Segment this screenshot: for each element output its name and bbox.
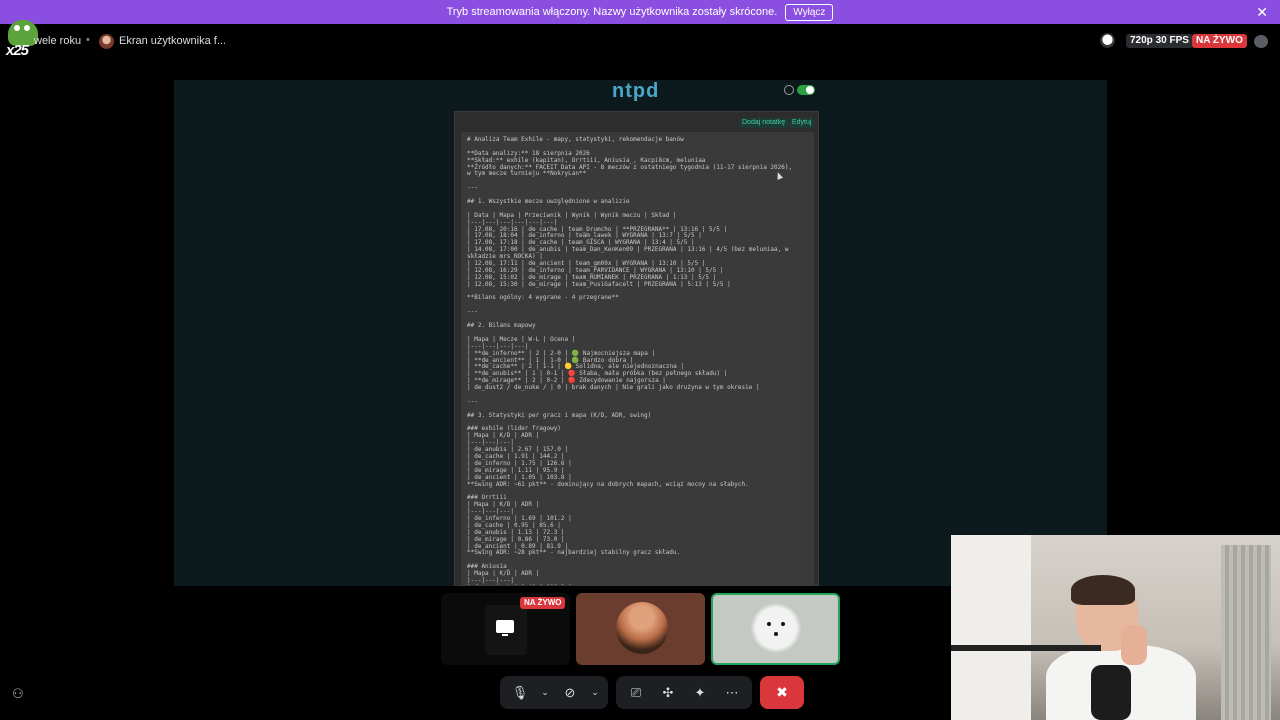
close-icon[interactable]: ✕ (1256, 4, 1268, 21)
call-controls: 🎙 ⌄ ⊘ ⌄ ⎚ ✣ ✦ ⋯ ✖ (500, 676, 804, 709)
streamer-avatar[interactable] (1100, 33, 1115, 48)
document-line: --- (467, 397, 478, 405)
webcam-person-hair (1071, 575, 1135, 605)
add-note-button[interactable]: Dodaj notatkę (739, 118, 789, 128)
avatar (616, 602, 668, 654)
logo-text: x25 (6, 42, 29, 59)
webcam-person-hand (1121, 625, 1147, 665)
monitor-icon (496, 620, 514, 636)
microphone-icon[interactable]: 🎙 (508, 681, 532, 705)
document-line: | Mapa | K/D | ADR | (467, 501, 540, 509)
document-line: ## 3. Statystyki per gracz i mapa (K/D, … (467, 411, 652, 419)
more-icon[interactable]: ⋯ (720, 681, 744, 705)
chevron-down-icon[interactable]: ⌄ (590, 681, 600, 705)
theme-icon[interactable] (784, 85, 794, 95)
disconnect-button[interactable]: ✖ (760, 676, 804, 709)
document-panel: Dodaj notatkę Edytuj # Analiza Team Exhi… (454, 111, 819, 586)
media-controls: 🎙 ⌄ ⊘ ⌄ (500, 676, 608, 709)
breadcrumb-separator: • (86, 34, 90, 46)
app-title: ntpd (612, 80, 660, 102)
document-line: ## 2. Bilans mapowy (467, 322, 536, 330)
webcam-background (951, 535, 1031, 720)
disconnect-icon: ✖ (776, 684, 788, 700)
invite-icon[interactable]: ⚇ (12, 686, 24, 702)
document-line: **Swing ADR: ~61 pkt** - dominujący na d… (467, 480, 749, 488)
document-line: | 12.08, 15:30 | de_mirage | team_PusiGa… (467, 280, 731, 288)
disable-streamer-mode-button[interactable]: Wyłącz (785, 3, 834, 21)
document-line (467, 302, 808, 309)
edit-button[interactable]: Edytuj (789, 118, 815, 128)
webcam-mic-arm (951, 645, 1101, 651)
voice-call-window: Tryb streamowania włączony. Nazwy użytko… (0, 0, 1280, 720)
document-line: | de_dust2 / de_nuke / | 0 | brak danych… (467, 384, 760, 392)
stream-quality-badge: 720p 30 FPS (1126, 34, 1193, 48)
channel-name[interactable]: wele roku (34, 35, 81, 47)
tile-live-badge: NA ŻYWO (520, 597, 566, 609)
document-line (467, 392, 808, 399)
document-line: ## 1. Wszystkie mecze uwzględnione w ana… (467, 198, 630, 206)
action-controls: ⎚ ✣ ✦ ⋯ (616, 676, 752, 709)
webcam-microphone (1091, 665, 1131, 720)
document-line: --- (467, 184, 478, 192)
soundboard-icon[interactable]: ✦ (688, 681, 712, 705)
camera-off-icon[interactable]: ⊘ (558, 681, 582, 705)
document-content: # Analiza Team Exhile - mapy, statystyki… (461, 132, 814, 585)
document-line: w tym mecze turnieju **NokryLan** (467, 170, 587, 178)
streamer-mode-text: Tryb streamowania włączony. Nazwy użytko… (446, 6, 778, 18)
webcam-chair (1221, 545, 1271, 720)
screen-share-icon[interactable]: ⎚ (624, 681, 648, 705)
toggle-switch[interactable] (797, 85, 815, 95)
document-line: | Mapa | K/D | ADR | (467, 432, 540, 440)
document-line (467, 488, 808, 495)
document-line: **Bilans ogólny: 4 wygrane - 4 przegrane… (467, 294, 619, 302)
live-badge: NA ŻYWO (1192, 34, 1247, 48)
avatar (750, 602, 802, 654)
streamer-mode-banner: Tryb streamowania włączony. Nazwy użytko… (0, 0, 1280, 24)
document-line: # Analiza Team Exhile - mapy, statystyki… (467, 136, 684, 143)
chevron-down-icon[interactable]: ⌄ (540, 681, 550, 705)
document-line (467, 557, 808, 564)
document-line (467, 178, 808, 185)
avatar (99, 34, 114, 49)
activities-icon[interactable]: ✣ (656, 681, 680, 705)
chat-icon[interactable] (1254, 35, 1268, 48)
document-line: --- (467, 308, 478, 316)
stream-title[interactable]: Ekran użytkownika f... (119, 35, 226, 47)
document-line: | Mapa | K/D | ADR | (467, 570, 540, 578)
document-line: **Swing ADR: ~28 pkt** - najbardziej sta… (467, 549, 681, 557)
webcam-overlay (951, 535, 1280, 720)
